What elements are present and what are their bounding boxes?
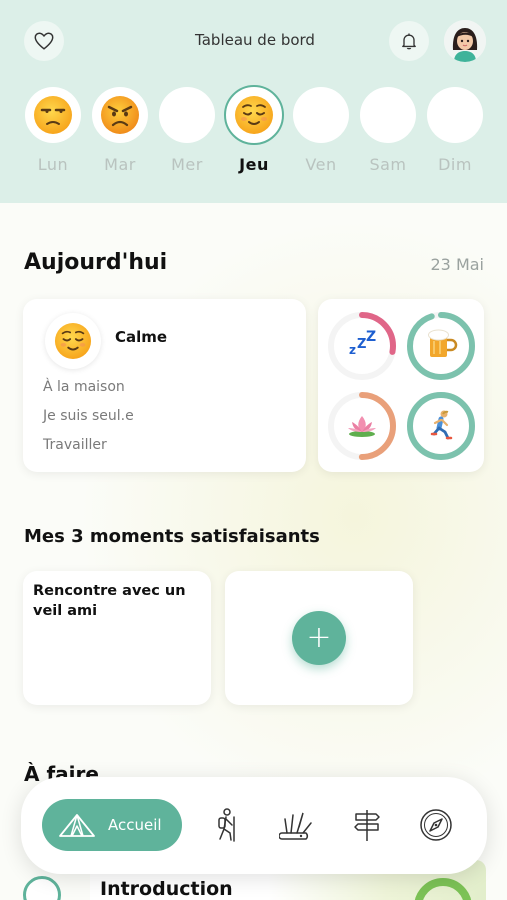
page-title: Tableau de bord [195,31,315,49]
day-lun[interactable]: Lun [25,87,81,174]
mood-card[interactable]: Calme À la maison Je suis seul.e Travail… [23,299,306,472]
day-label: Lun [37,155,69,174]
nav-home-button[interactable]: Accueil [42,799,182,851]
day-mood-circle [92,87,148,143]
favorites-button[interactable] [24,21,64,61]
mood-detail: Travailler [43,437,107,453]
day-label: Mer [171,155,203,174]
svg-text:Z: Z [366,329,376,345]
avatar[interactable] [444,20,486,62]
beer-icon [428,329,458,357]
day-label: Dim [438,155,472,174]
day-ven[interactable]: Ven [293,87,349,174]
sleep-ring: z Z Z [328,312,396,380]
day-label: Jeu [239,155,269,174]
moment-text: Rencontre avec un veil ami [33,583,186,619]
add-moment-button[interactable]: + [292,611,346,665]
mood-detail: Je suis seul.e [43,408,134,424]
bottom-nav: Accueil [21,777,487,874]
add-moment-card[interactable]: + [225,571,413,705]
day-mood-circle [427,87,483,143]
unamused-face-icon [34,96,72,134]
day-mood-circle [360,87,416,143]
runner-ring [407,392,475,460]
bell-icon [402,33,416,50]
nav-home-label: Accueil [108,816,162,834]
lotus-ring [328,392,396,460]
relieved-face-icon [54,322,92,360]
tent-icon [59,814,95,837]
runner-icon [430,410,453,440]
svg-text:z: z [349,343,356,357]
day-mar[interactable]: Mar [92,87,148,174]
day-label: Ven [305,155,337,174]
day-label: Sam [369,155,407,174]
todo-item-label: Introduction [100,878,233,900]
mood-detail: À la maison [43,379,125,395]
day-mood-circle [25,87,81,143]
section-title-moments: Mes 3 moments satisfaisants [24,526,320,547]
notifications-button[interactable] [389,21,429,61]
compass-icon[interactable] [418,807,454,843]
day-dim[interactable]: Dim [427,87,483,174]
swiss-knife-icon[interactable] [279,807,315,843]
header: Tableau de bord Lun Mar Mer Jeu Ven Sam … [0,0,507,203]
day-jeu[interactable]: Jeu [224,85,284,174]
day-sam[interactable]: Sam [360,87,416,174]
heart-icon [34,32,54,50]
user-avatar-icon [444,20,486,62]
stats-card[interactable]: z Z Z [318,299,484,472]
mood-name: Calme [115,328,168,346]
sleep-icon: z Z Z [349,329,376,357]
day-label: Mar [104,155,136,174]
day-mer[interactable]: Mer [159,87,215,174]
day-mood-circle [224,85,284,145]
day-mood-circle [159,87,215,143]
moment-card[interactable]: Rencontre avec un veil ami [23,571,211,705]
hiker-icon[interactable] [208,807,244,843]
day-mood-circle [293,87,349,143]
section-title-today: Aujourd'hui [24,250,168,275]
beer-ring [407,312,475,380]
relieved-face-icon [235,96,273,134]
angry-face-icon [101,96,139,134]
mood-face [45,313,101,369]
today-date: 23 Mai [430,255,485,274]
lotus-icon [348,416,376,437]
signpost-icon[interactable] [349,807,385,843]
